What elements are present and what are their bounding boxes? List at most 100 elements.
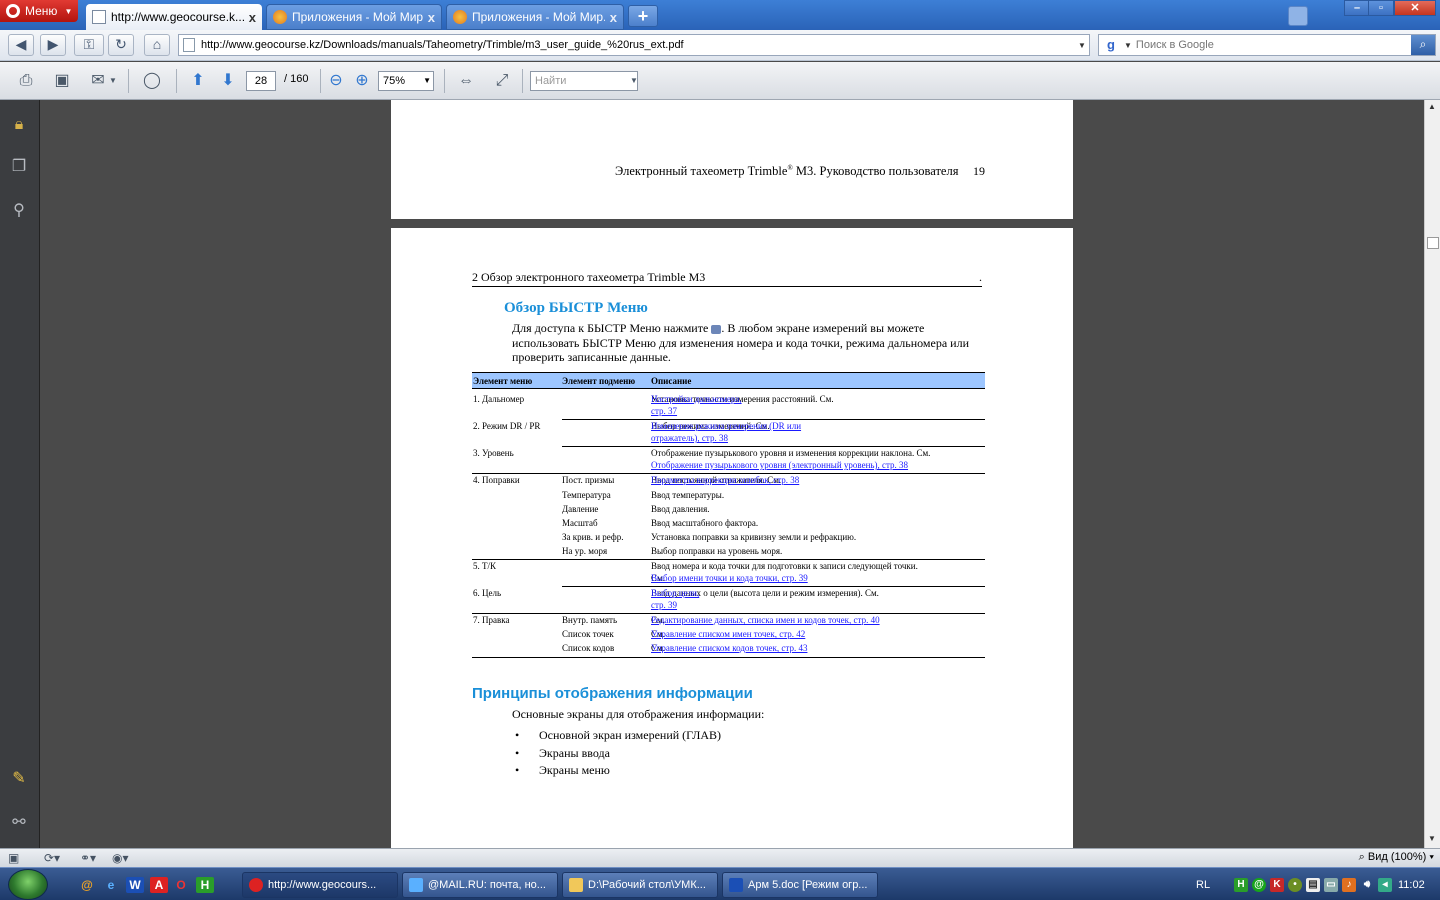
save-icon[interactable]: ▣ [50, 70, 74, 92]
find-input[interactable]: Найти [530, 71, 638, 91]
task-folder[interactable]: D:\Рабочий стол\УМК... [562, 872, 718, 898]
scroll-thumb[interactable] [1427, 237, 1439, 249]
toolbar-separator [176, 69, 177, 93]
print-icon[interactable]: ⎙ [14, 70, 38, 92]
pdf-document-area[interactable]: Электронный тахеометр Trimble® M3. Руков… [41, 100, 1424, 848]
page-number-input[interactable]: 28 [246, 71, 276, 91]
new-tab-button[interactable]: + [628, 5, 658, 27]
language-indicator[interactable]: RL [1196, 879, 1210, 891]
fit-page-icon[interactable]: ⤢ [490, 70, 514, 92]
tab-close-icon[interactable]: x [249, 10, 256, 25]
start-button[interactable] [8, 869, 48, 900]
header-menu-item: Элемент меню [473, 376, 533, 386]
tab-close-icon[interactable]: x [610, 10, 617, 25]
agent-tray-icon[interactable]: • [1288, 878, 1302, 892]
trash-icon[interactable] [1288, 6, 1308, 26]
link-code-list[interactable]: Управление списком кодов точек, стр. 43 [651, 643, 807, 653]
comment-icon[interactable]: ◯ [140, 70, 164, 92]
link-measure-mode[interactable]: Изменение режима измерения (DR или [651, 421, 801, 431]
opera-menu-button[interactable]: Меню ▼ [0, 0, 78, 22]
panel-toggle-icon[interactable]: ▣ [8, 850, 19, 866]
lock-icon[interactable]: 🔒︎ [8, 114, 30, 136]
internet-explorer-icon[interactable]: e [102, 877, 120, 893]
tab-close-icon[interactable]: x [428, 10, 435, 25]
toolbar-separator [444, 69, 445, 93]
link-page-39[interactable]: стр. 39 [651, 600, 677, 610]
search-icon[interactable]: ⌕ [1411, 35, 1435, 55]
acrobat-icon[interactable]: A [150, 877, 168, 893]
volume-icon[interactable]: 🔊︎ [1360, 878, 1374, 892]
home-button[interactable]: ⌂ [144, 34, 170, 56]
unite-icon[interactable]: ⚭▾ [80, 850, 96, 866]
opera-icon[interactable]: O [172, 877, 190, 893]
fit-width-icon[interactable]: ⇔ [454, 70, 478, 92]
list-item: • Экраны меню [515, 763, 610, 778]
running-header-text: Электронный тахеометр Trimble [615, 164, 788, 179]
clock[interactable]: 11:02 [1398, 879, 1425, 891]
table-cell: 3. Уровень [473, 448, 514, 458]
arrow-up-icon[interactable]: ⬆ [186, 70, 210, 92]
link-rangefinder-settings[interactable]: Настройки дальномера, [651, 394, 742, 404]
pages-icon[interactable]: ❐ [8, 156, 30, 178]
word-icon[interactable]: W [126, 877, 144, 893]
scroll-down-icon[interactable]: ▼ [1428, 834, 1436, 843]
turbo-icon[interactable]: ◉▾ [112, 850, 129, 866]
task-opera[interactable]: http://www.geocours... [242, 872, 398, 898]
scroll-up-icon[interactable]: ▲ [1428, 102, 1436, 111]
list-item-text: Экраны ввода [539, 746, 610, 760]
maximize-button[interactable]: ▫ [1368, 0, 1394, 16]
comments-icon[interactable]: ✎ [8, 768, 30, 790]
chevron-down-icon[interactable]: ▼ [1124, 41, 1132, 50]
address-field[interactable]: http://www.geocourse.kz/Downloads/manual… [178, 34, 1090, 56]
opera-logo-icon [6, 4, 20, 18]
icq-tray-icon[interactable]: H [1234, 878, 1248, 892]
google-icon[interactable]: g [1102, 37, 1120, 53]
search-input[interactable] [1135, 39, 1407, 51]
chevron-down-icon[interactable]: ▼ [1075, 41, 1089, 50]
reload-button[interactable]: ↻ [108, 34, 134, 56]
tab-geocourse[interactable]: http://www.geocourse.k... x [86, 4, 262, 30]
mail-tray-icon[interactable]: @ [1252, 878, 1266, 892]
link-electronic-level[interactable]: Отображение пузырькового уровня (электро… [651, 460, 908, 470]
binoculars-icon[interactable]: ⚲ [8, 200, 30, 222]
zoom-status[interactable]: ⌕ Вид (100%) ▾ [1359, 851, 1434, 864]
link-page-37[interactable]: стр. 37 [651, 406, 677, 416]
antivirus-icon[interactable]: K [1270, 878, 1284, 892]
close-window-button[interactable]: ✕ [1394, 0, 1436, 16]
tab-moy-mir-2[interactable]: Приложения - Мой Мир... x [446, 4, 624, 30]
chevron-down-icon: ▼ [64, 6, 73, 16]
mail-agent-icon[interactable]: @ [78, 877, 96, 893]
row-divider [562, 419, 985, 420]
tray-arrow-icon[interactable]: ◂ [1378, 878, 1392, 892]
link-target-select[interactable]: Выбор цели, [651, 588, 699, 598]
chevron-down-icon[interactable]: ▼ [106, 70, 120, 92]
arrow-down-icon[interactable]: ⬇ [216, 70, 240, 92]
forward-button[interactable]: ▶ [40, 34, 66, 56]
vertical-scrollbar[interactable]: ▲ ▼ [1424, 100, 1440, 848]
zoom-out-icon[interactable]: ⊖ [324, 70, 348, 92]
display-icon[interactable]: ▭ [1324, 878, 1338, 892]
network-icon[interactable]: ▤ [1306, 878, 1320, 892]
task-mailru[interactable]: @MAIL.RU: почта, но... [402, 872, 558, 898]
zoom-in-icon[interactable]: ⊕ [350, 70, 374, 92]
icq-icon[interactable]: H [196, 877, 214, 893]
pdf-toolbar: ⎙ ▣ ✉ ▼ ◯ ⬆ ⬇ 28 / 160 ⊖ ⊕ 75% ▼ ⇔ ⤢ Най… [0, 62, 1440, 100]
magnifier-icon: ⌕ [1358, 851, 1368, 863]
toolbar-separator [128, 69, 129, 93]
zoom-select[interactable]: 75% ▼ [378, 71, 434, 91]
sync-icon[interactable]: ⟳▾ [44, 850, 60, 866]
link-error-correction[interactable]: Параметры коррекции ошибок, стр. 38 [651, 475, 799, 485]
link-page-38[interactable]: отражатель), стр. 38 [651, 433, 728, 443]
opera-icon [249, 878, 263, 892]
link-edit-data[interactable]: Редактирование данных, списка имен и код… [651, 615, 880, 625]
attachment-icon[interactable]: ⚯ [8, 812, 30, 834]
wand-button[interactable]: ⚿ [74, 34, 104, 56]
tab-moy-mir-1[interactable]: Приложения - Мой Мир... x [266, 4, 442, 30]
task-word-doc[interactable]: Арм 5.doc [Режим огр... [722, 872, 878, 898]
link-point-name[interactable]: Выбор имени точки и кода точки, стр. 39 [651, 573, 808, 583]
back-button[interactable]: ◀ [8, 34, 34, 56]
minimize-button[interactable]: – [1344, 0, 1370, 16]
link-point-list[interactable]: Управление списком имен точек, стр. 42 [651, 629, 805, 639]
speaker-alert-icon[interactable]: ♪ [1342, 878, 1356, 892]
chevron-down-icon[interactable]: ▼ [628, 70, 640, 92]
